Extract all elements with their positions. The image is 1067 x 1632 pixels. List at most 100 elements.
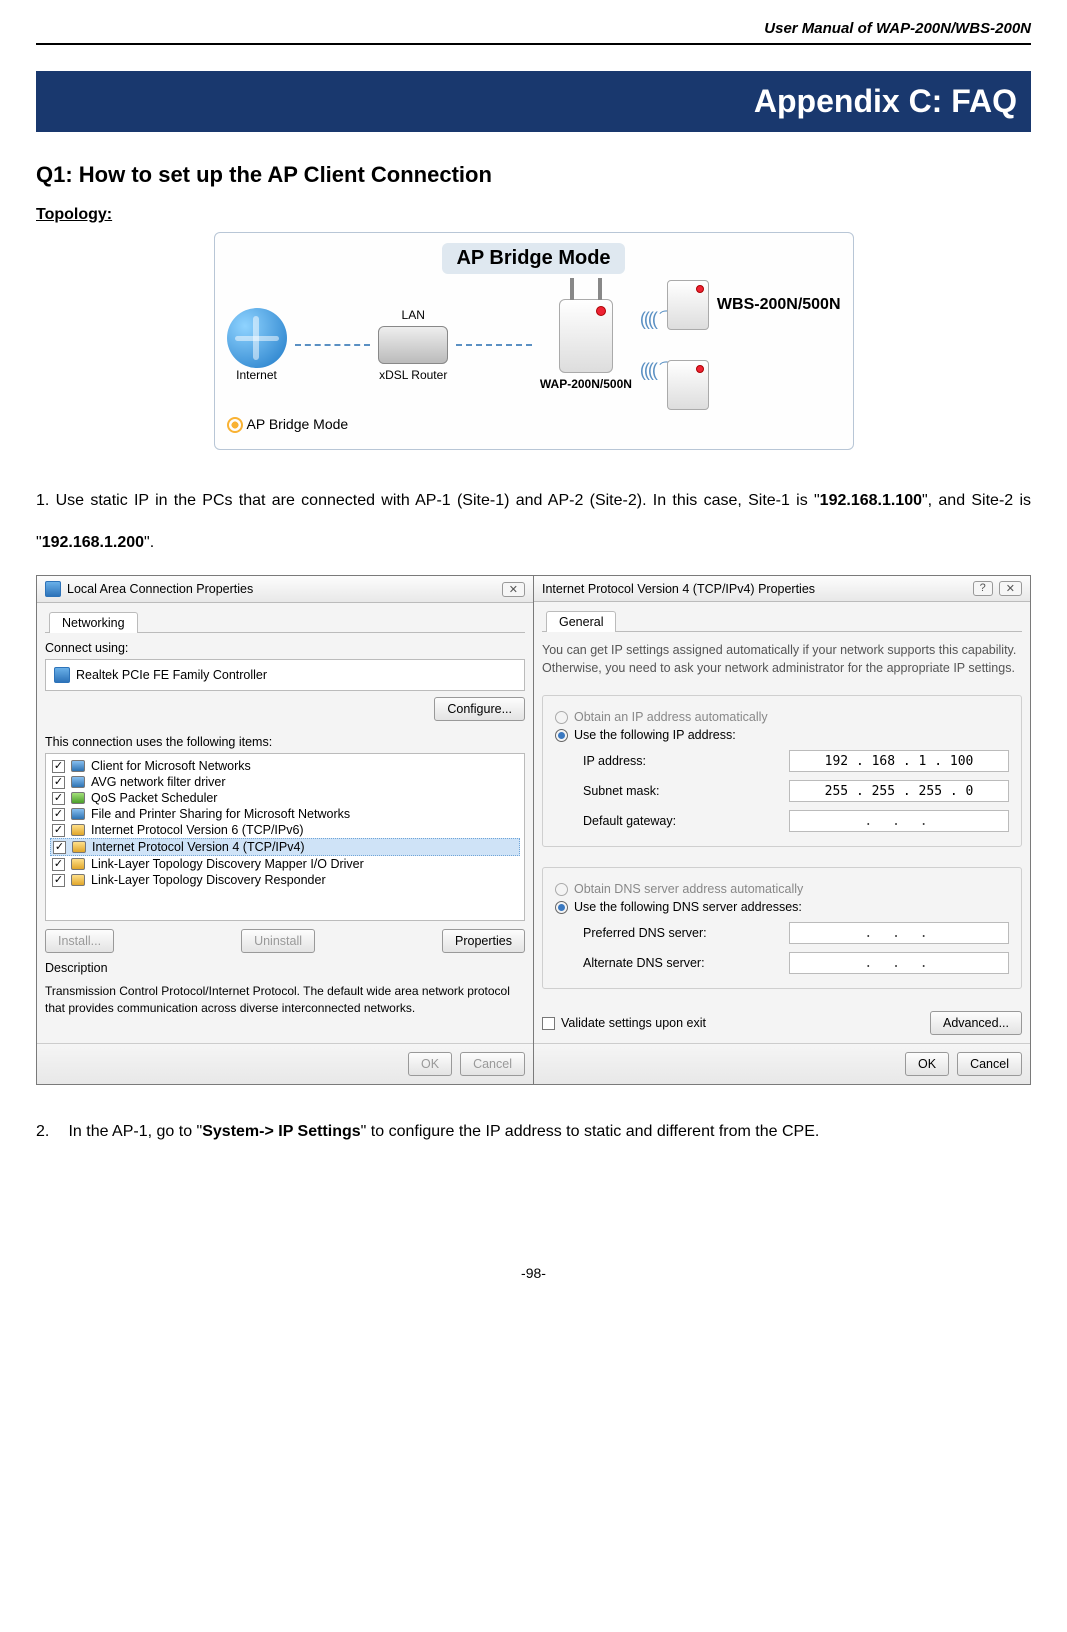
list-item-label: QoS Packet Scheduler xyxy=(91,791,217,805)
right-device-label: WBS-200N/500N xyxy=(717,296,841,314)
dialogs-row: Local Area Connection Properties ✕ Netwo… xyxy=(36,575,1031,1085)
close-button[interactable]: ✕ xyxy=(502,582,525,597)
alternate-dns-label: Alternate DNS server: xyxy=(583,956,779,970)
checkbox[interactable] xyxy=(52,874,65,887)
checkbox[interactable] xyxy=(52,776,65,789)
validate-checkbox-label: Validate settings upon exit xyxy=(561,1016,706,1030)
subnet-mask-label: Subnet mask: xyxy=(583,784,779,798)
preferred-dns-label: Preferred DNS server: xyxy=(583,926,779,940)
alternate-dns-input[interactable]: . . . xyxy=(789,952,1009,974)
list-item[interactable]: Internet Protocol Version 6 (TCP/IPv6) xyxy=(50,822,520,838)
topology-diagram: AP Bridge Mode Internet LAN xDSL Router … xyxy=(214,232,854,450)
preferred-dns-input[interactable]: . . . xyxy=(789,922,1009,944)
tabstrip: Networking xyxy=(45,611,525,633)
checkbox[interactable] xyxy=(52,808,65,821)
list-item-selected[interactable]: Internet Protocol Version 4 (TCP/IPv4) xyxy=(50,838,520,856)
ok-button[interactable]: OK xyxy=(905,1052,949,1076)
ip-address-input[interactable]: 192 . 168 . 1 . 100 xyxy=(789,750,1009,772)
radio-auto-ip[interactable] xyxy=(555,711,568,724)
dns-group: Obtain DNS server address automatically … xyxy=(542,867,1022,989)
wifi-arc-icon: (((( ͡ xyxy=(640,360,659,381)
checkbox[interactable] xyxy=(52,858,65,871)
globe-icon xyxy=(227,308,287,368)
topology-internet: Internet xyxy=(227,308,287,382)
list-item[interactable]: Link-Layer Topology Discovery Mapper I/O… xyxy=(50,856,520,872)
router-icon xyxy=(378,326,448,364)
page-number: -98- xyxy=(36,1265,1031,1301)
client-device-icon xyxy=(667,280,709,330)
help-button[interactable]: ? xyxy=(973,581,993,596)
radio-static-dns[interactable] xyxy=(555,901,568,914)
component-icon xyxy=(71,858,85,870)
tab-networking[interactable]: Networking xyxy=(49,612,138,633)
radio-auto-dns-label: Obtain DNS server address automatically xyxy=(574,882,803,896)
topology-center-device: WAP-200N/500N xyxy=(540,299,632,391)
validate-checkbox[interactable] xyxy=(542,1017,555,1030)
list-item-label: AVG network filter driver xyxy=(91,775,226,789)
default-gateway-label: Default gateway: xyxy=(583,814,779,828)
tab-general[interactable]: General xyxy=(546,611,616,632)
mode-badge-row: AP Bridge Mode xyxy=(227,416,841,433)
adapter-field: Realtek PCIe FE Family Controller xyxy=(45,659,525,691)
list-item[interactable]: Link-Layer Topology Discovery Responder xyxy=(50,872,520,888)
component-icon xyxy=(71,776,85,788)
component-icon xyxy=(72,841,86,853)
step-2-text: 2. In the AP-1, go to "System-> IP Setti… xyxy=(36,1119,1031,1145)
checkbox[interactable] xyxy=(52,760,65,773)
network-items-list[interactable]: Client for Microsoft Networks AVG networ… xyxy=(45,753,525,921)
checkbox[interactable] xyxy=(53,841,66,854)
component-icon xyxy=(71,808,85,820)
dashed-link xyxy=(456,344,532,346)
radio-static-ip[interactable] xyxy=(555,729,568,742)
nic-icon xyxy=(54,667,70,683)
items-label: This connection uses the following items… xyxy=(45,735,525,749)
center-device-label: WAP-200N/500N xyxy=(540,377,632,391)
step-1-text: 1. Use static IP in the PCs that are con… xyxy=(36,480,1031,563)
mode-badge-text: AP Bridge Mode xyxy=(247,416,349,432)
dialog-title: Internet Protocol Version 4 (TCP/IPv4) P… xyxy=(542,582,815,596)
advanced-button[interactable]: Advanced... xyxy=(930,1011,1022,1035)
list-item-label: Link-Layer Topology Discovery Mapper I/O… xyxy=(91,857,364,871)
default-gateway-input[interactable]: . . . xyxy=(789,810,1009,832)
running-head: User Manual of WAP-200N/WBS-200N xyxy=(36,20,1031,45)
checkbox[interactable] xyxy=(52,792,65,805)
titlebar: Local Area Connection Properties ✕ xyxy=(37,576,533,603)
ok-button[interactable]: OK xyxy=(408,1052,452,1076)
list-item-label: Internet Protocol Version 6 (TCP/IPv6) xyxy=(91,823,304,837)
configure-button[interactable]: Configure... xyxy=(434,697,525,721)
topology-label: Topology: xyxy=(36,206,1031,224)
list-item-label: Internet Protocol Version 4 (TCP/IPv4) xyxy=(92,840,305,854)
ip-address-label: IP address: xyxy=(583,754,779,768)
list-item[interactable]: AVG network filter driver xyxy=(50,774,520,790)
close-button[interactable]: ✕ xyxy=(999,581,1022,596)
subnet-mask-input[interactable]: 255 . 255 . 255 . 0 xyxy=(789,780,1009,802)
connect-using-label: Connect using: xyxy=(45,641,525,655)
tabstrip: General xyxy=(542,610,1022,632)
radio-static-dns-label: Use the following DNS server addresses: xyxy=(574,900,802,914)
description-label: Description xyxy=(45,961,525,975)
list-item-label: Client for Microsoft Networks xyxy=(91,759,251,773)
client-device-icon xyxy=(667,360,709,410)
list-item-label: File and Printer Sharing for Microsoft N… xyxy=(91,807,350,821)
component-icon xyxy=(71,760,85,772)
dialog-title: Local Area Connection Properties xyxy=(67,582,253,596)
topology-router: LAN xDSL Router xyxy=(378,308,448,382)
install-button[interactable]: Install... xyxy=(45,929,114,953)
cancel-button[interactable]: Cancel xyxy=(460,1052,525,1076)
wifi-waves: (((( ͡ (((( ͡ xyxy=(640,309,659,381)
q1-heading: Q1: How to set up the AP Client Connecti… xyxy=(36,162,1031,188)
wifi-arc-icon: (((( ͡ xyxy=(640,309,659,330)
properties-button[interactable]: Properties xyxy=(442,929,525,953)
list-item[interactable]: Client for Microsoft Networks xyxy=(50,758,520,774)
list-item[interactable]: QoS Packet Scheduler xyxy=(50,790,520,806)
radio-static-ip-label: Use the following IP address: xyxy=(574,728,736,742)
router-label: xDSL Router xyxy=(379,368,447,382)
ip-group: Obtain an IP address automatically Use t… xyxy=(542,695,1022,847)
component-icon xyxy=(71,824,85,836)
list-item[interactable]: File and Printer Sharing for Microsoft N… xyxy=(50,806,520,822)
cancel-button[interactable]: Cancel xyxy=(957,1052,1022,1076)
uninstall-button[interactable]: Uninstall xyxy=(241,929,315,953)
checkbox[interactable] xyxy=(52,824,65,837)
list-item-label: Link-Layer Topology Discovery Responder xyxy=(91,873,326,887)
lan-properties-dialog: Local Area Connection Properties ✕ Netwo… xyxy=(36,575,534,1085)
